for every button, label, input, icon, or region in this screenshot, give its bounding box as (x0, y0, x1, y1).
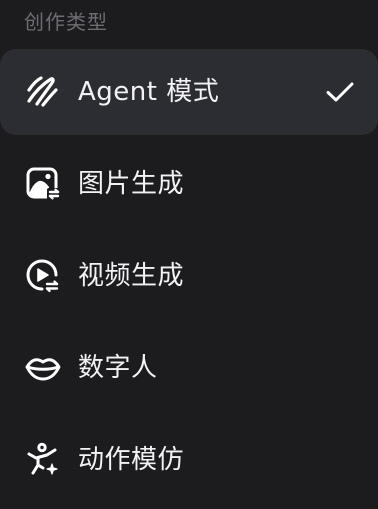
lips-icon (24, 349, 62, 387)
menu-item-label: 数字人 (78, 353, 158, 383)
creation-type-menu-panel: 创作类型 Agent 模式 图片生成 视频生成 数字人 动作模仿 (0, 0, 378, 508)
agent-swirl-icon (24, 73, 62, 111)
menu-item-label: 图片生成 (78, 169, 185, 199)
creation-type-menu: Agent 模式 图片生成 视频生成 数字人 动作模仿 (0, 49, 378, 509)
menu-item-label: 动作模仿 (78, 445, 185, 475)
section-title: 创作类型 (24, 10, 108, 34)
menu-item-label: Agent 模式 (78, 77, 220, 107)
menu-item-motion-imitation[interactable]: 动作模仿 (0, 417, 378, 503)
video-generation-icon (24, 257, 62, 295)
menu-item-label: 视频生成 (78, 261, 185, 291)
menu-item-agent-mode[interactable]: Agent 模式 (0, 49, 378, 135)
menu-item-image-generation[interactable]: 图片生成 (0, 141, 378, 227)
image-generation-icon (24, 165, 62, 203)
menu-item-video-generation[interactable]: 视频生成 (0, 233, 378, 319)
menu-item-digital-human[interactable]: 数字人 (0, 325, 378, 411)
checkmark-icon (324, 76, 356, 108)
motion-figure-icon (24, 441, 62, 479)
